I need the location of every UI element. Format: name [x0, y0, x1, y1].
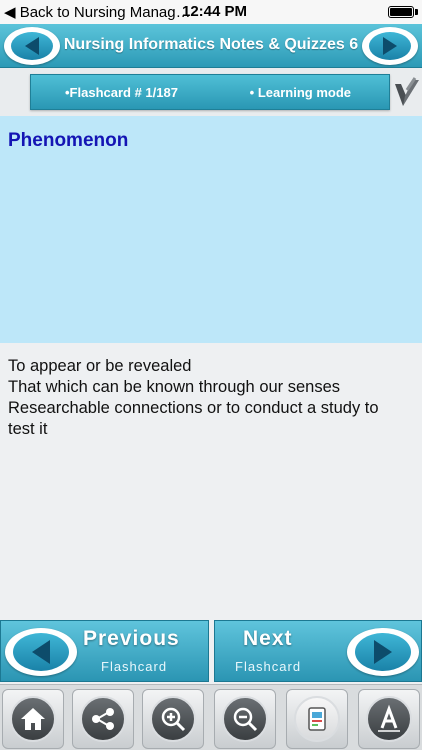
arrow-left-icon — [32, 640, 50, 664]
previous-label: Previous — [83, 627, 180, 650]
share-button[interactable] — [72, 689, 134, 749]
header-forward-button[interactable] — [362, 27, 418, 65]
flashcard-info-bar: •Flashcard # 1/187 • Learning mode — [30, 74, 390, 110]
zoom-in-button[interactable] — [142, 689, 204, 749]
home-icon — [21, 708, 45, 730]
subheader-strip: •Flashcard # 1/187 • Learning mode — [0, 68, 422, 116]
back-to-app-link[interactable]: ◀ Back to Nursing Manag… — [4, 3, 191, 21]
page-title: Nursing Informatics Notes & Quizzes 6 — [63, 36, 359, 53]
device-icon — [308, 707, 326, 731]
mode-label: • Learning mode — [249, 85, 351, 100]
definition-line: To appear or be revealed — [8, 357, 192, 375]
definition-line: test it — [8, 420, 48, 438]
battery-tip — [415, 9, 418, 15]
arrow-right-icon — [383, 37, 397, 55]
device-button[interactable] — [286, 689, 348, 749]
previous-oval — [5, 628, 77, 676]
battery-icon — [388, 6, 414, 18]
next-flashcard-button[interactable]: Next Flashcard — [214, 620, 422, 682]
font-size-button[interactable] — [358, 689, 420, 749]
brand-logo-icon — [395, 77, 419, 106]
arrow-left-icon — [25, 37, 39, 55]
next-label: Next — [243, 627, 293, 650]
bottom-toolbar — [0, 684, 422, 750]
next-sublabel: Flashcard — [235, 659, 302, 674]
arrow-right-icon — [374, 640, 392, 664]
status-bar: ◀ Back to Nursing Manag… 12:44 PM — [0, 0, 422, 24]
previous-sublabel: Flashcard — [101, 659, 168, 674]
home-button[interactable] — [2, 689, 64, 749]
flashcard-term: Phenomenon — [8, 130, 129, 151]
next-oval — [347, 628, 419, 676]
status-time: 12:44 PM — [182, 3, 248, 20]
flashcard-term-panel: Phenomenon — [0, 116, 422, 343]
zoom-out-button[interactable] — [214, 689, 276, 749]
zoom-out-icon — [233, 707, 258, 732]
definition-line: That which can be known through our sens… — [8, 378, 341, 396]
share-icon — [92, 708, 114, 730]
font-icon — [378, 704, 400, 732]
app-header: Nursing Informatics Notes & Quizzes 6 — [0, 24, 422, 68]
flashcard-counter: •Flashcard # 1/187 — [65, 85, 178, 100]
definition-line: Researchable connections or to conduct a… — [8, 399, 379, 417]
previous-flashcard-button[interactable]: Previous Flashcard — [0, 620, 209, 682]
flashcard-definition: To appear or be revealed That which can … — [8, 356, 418, 440]
zoom-in-icon — [161, 707, 186, 732]
